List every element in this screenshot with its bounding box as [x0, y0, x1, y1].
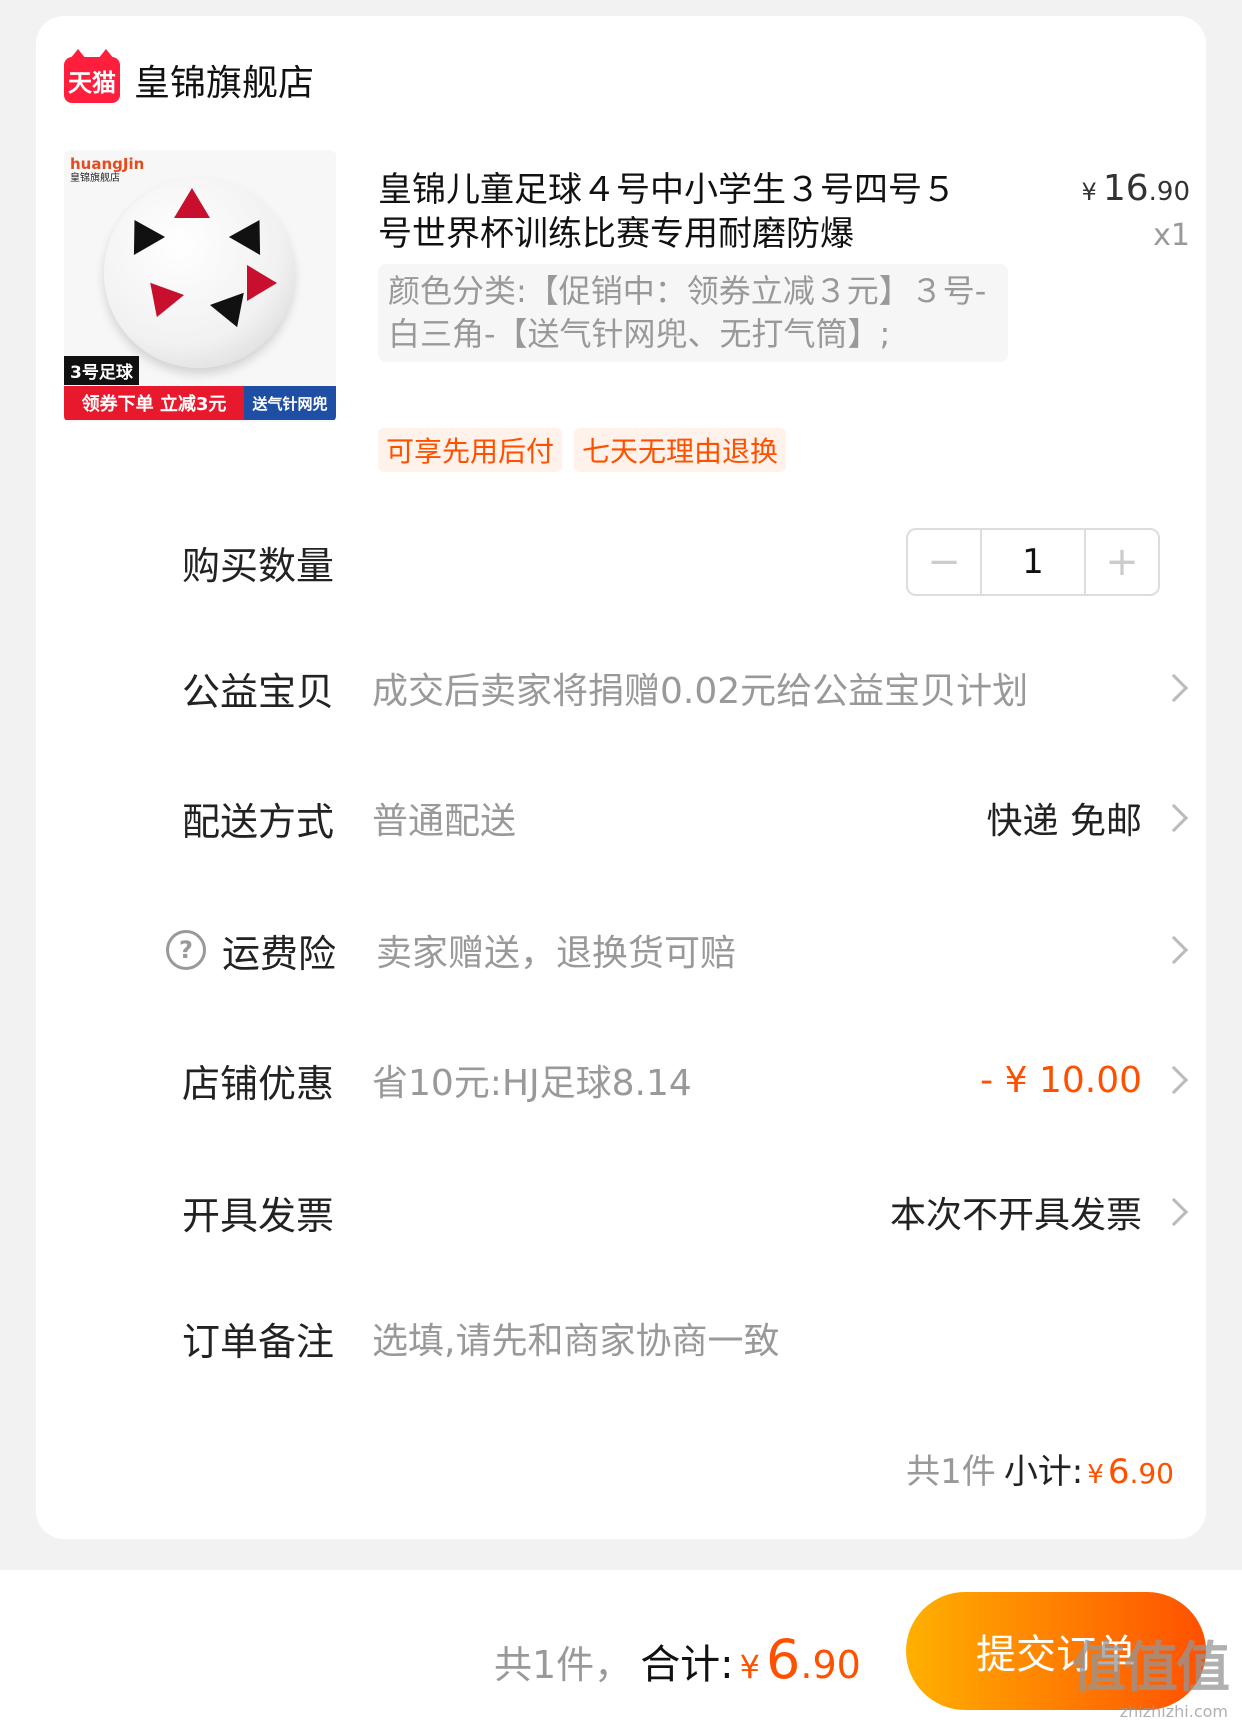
subtotal: 共1件 小计: ¥6.90	[906, 1444, 1174, 1493]
invoice-value: 本次不开具发票	[889, 1195, 1142, 1236]
discount-value: 省10元:HJ足球8.14	[372, 1063, 692, 1104]
invoice-label: 开具发票	[182, 1193, 335, 1238]
total-amount: ¥6.90	[739, 1628, 861, 1691]
remark-row: 订单备注 选填,请先和商家协商一致	[182, 1308, 1194, 1368]
store-header[interactable]: 天猫 皇锦旗舰店	[64, 49, 315, 106]
charity-value: 成交后卖家将捐赠0.02元给公益宝贝计划	[372, 671, 1029, 712]
quantity-stepper[interactable]: − 1 +	[906, 528, 1160, 596]
tmall-logo-icon: 天猫	[64, 49, 120, 103]
remark-input[interactable]: 选填,请先和商家协商一致	[372, 1312, 1194, 1364]
store-discount-row[interactable]: 店铺优惠 省10元:HJ足球8.14 - ¥ 10.00	[182, 1050, 1194, 1110]
chevron-right-icon	[1159, 673, 1189, 703]
delivery-value: 普通配送	[372, 801, 517, 842]
remark-label: 订单备注	[182, 1319, 335, 1364]
help-icon[interactable]: ?	[166, 930, 206, 970]
sku-selector[interactable]: 颜色分类:【促销中：领券立减３元】３号-白三角-【送气针网兜、无打气筒】;	[378, 264, 1008, 362]
insurance-label: 运费险	[222, 931, 337, 976]
total-label: 合计:	[640, 1642, 734, 1688]
delivery-row[interactable]: 配送方式 普通配送 快递 免邮	[182, 788, 1194, 848]
total-count: 共1件，	[494, 1643, 633, 1687]
total-summary: 共1件， 合计: ¥6.90	[494, 1628, 861, 1691]
chevron-right-icon	[1159, 1197, 1189, 1227]
insurance-row[interactable]: 运费险 卖家赠送，退换货可赔	[222, 920, 1194, 980]
badge-free-return: 七天无理由退换	[574, 428, 787, 472]
product-image[interactable]: huangJin 皇锦旗舰店 3号足球 领券下单 立减3元 送气针网兜	[64, 150, 336, 422]
subtotal-count: 共1件	[906, 1452, 996, 1492]
insurance-value: 卖家赠送，退换货可赔	[376, 933, 737, 974]
quantity-input[interactable]: 1	[980, 530, 1086, 594]
soccer-ball-icon	[104, 178, 294, 368]
promo-gift-text: 送气针网兜	[244, 386, 336, 420]
product-price: ¥16.90	[1081, 168, 1190, 209]
subtotal-label: 小计:	[1003, 1452, 1084, 1492]
delivery-label: 配送方式	[182, 799, 335, 844]
charity-label: 公益宝贝	[182, 669, 335, 714]
chevron-right-icon	[1159, 803, 1189, 833]
discount-label: 店铺优惠	[182, 1061, 335, 1106]
subtotal-amount: ¥6.90	[1087, 1452, 1174, 1492]
badge-pay-later: 可享先用后付	[378, 428, 563, 472]
increase-button[interactable]: +	[1086, 530, 1158, 594]
decrease-button[interactable]: −	[908, 530, 980, 594]
promo-coupon-text: 领券下单 立减3元	[64, 386, 244, 420]
watermark: 值值值 zhizhizhi.com	[1072, 1636, 1230, 1721]
discount-amount: - ¥ 10.00	[980, 1059, 1142, 1101]
store-name: 皇锦旗舰店	[134, 63, 315, 104]
charity-row[interactable]: 公益宝贝 成交后卖家将捐赠0.02元给公益宝贝计划	[182, 658, 1194, 718]
chevron-right-icon	[1159, 1065, 1189, 1095]
service-badges: 可享先用后付 七天无理由退换	[378, 428, 787, 472]
brand-logo: huangJin 皇锦旗舰店	[70, 155, 145, 184]
chevron-right-icon	[1159, 935, 1189, 965]
size-tag: 3号足球	[64, 356, 139, 385]
product-quantity: x1	[1153, 218, 1190, 253]
invoice-row[interactable]: 开具发票 本次不开具发票	[182, 1182, 1194, 1242]
quantity-label: 购买数量	[182, 543, 335, 588]
promo-strip: 领券下单 立减3元 送气针网兜	[64, 386, 336, 420]
checkout-bar: 共1件， 合计: ¥6.90 提交订单 值值值 zhizhizhi.com	[0, 1570, 1242, 1731]
delivery-method: 快递 免邮	[986, 801, 1142, 842]
product-title[interactable]: 皇锦儿童足球４号中小学生３号四号５号世界杯训练比赛专用耐磨防爆	[378, 168, 978, 256]
